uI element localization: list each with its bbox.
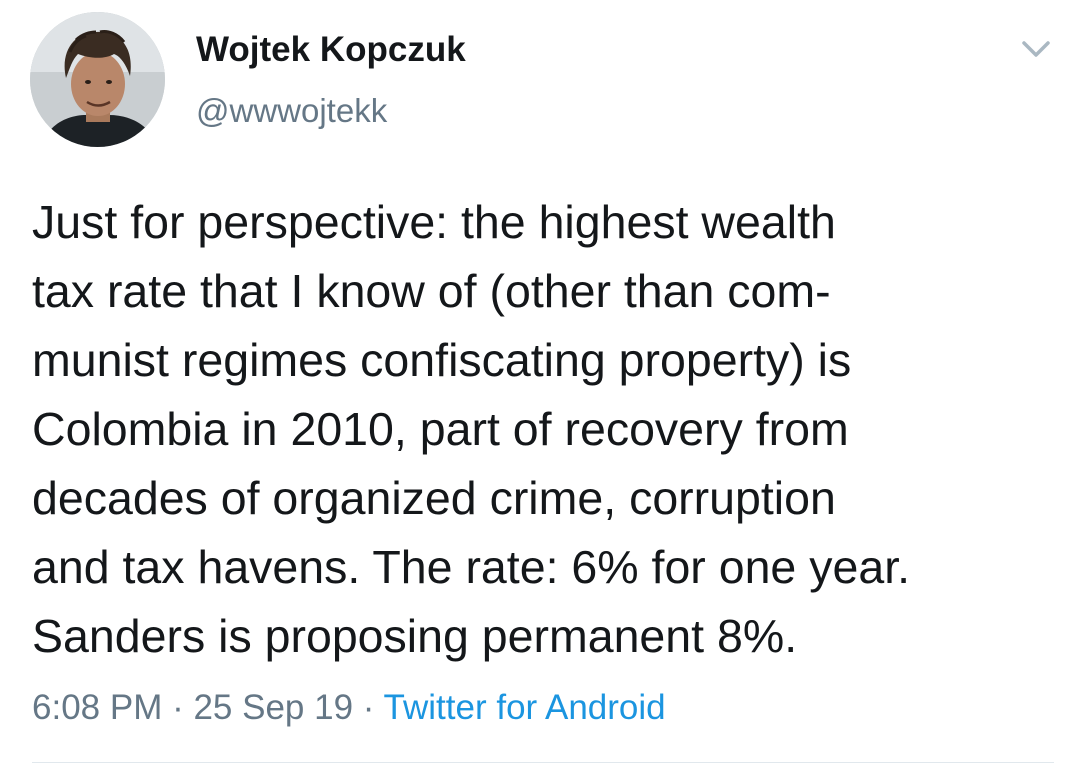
tweet-text-line: Just for perspective: the highest wealth bbox=[32, 196, 836, 248]
author-handle[interactable]: @wwwojtekk bbox=[196, 92, 387, 130]
tweet-text-line: Colombia in 2010, part of recovery from bbox=[32, 403, 849, 455]
tweet-meta: 6:08 PM · 25 Sep 19 · Twitter for Androi… bbox=[32, 688, 666, 728]
meta-separator: · bbox=[162, 688, 194, 727]
tweet-text-line: decades of organized crime, corruption bbox=[32, 472, 836, 524]
tweet-card: Wojtek Kopczuk @wwwojtekk Just for persp… bbox=[0, 0, 1080, 765]
tweet-text-line: tax rate that I know of (other than com- bbox=[32, 265, 831, 317]
meta-separator: · bbox=[353, 688, 384, 727]
tweet-date[interactable]: 25 Sep 19 bbox=[193, 688, 353, 727]
tweet-text-line: munist regimes confiscating property) is bbox=[32, 334, 852, 386]
avatar-photo bbox=[30, 12, 165, 147]
tweet-text-line: Sanders is proposing permanent 8%. bbox=[32, 610, 798, 662]
tweet-text-line: and tax havens. The rate: 6% for one yea… bbox=[32, 541, 911, 593]
author-display-name[interactable]: Wojtek Kopczuk bbox=[196, 30, 466, 70]
divider bbox=[32, 762, 1054, 763]
tweet-time[interactable]: 6:08 PM bbox=[32, 688, 162, 727]
tweet-text: Just for perspective: the highest wealth… bbox=[32, 188, 1062, 671]
chevron-down-icon[interactable] bbox=[1018, 36, 1054, 62]
tweet-source-link[interactable]: Twitter for Android bbox=[384, 688, 666, 727]
avatar[interactable] bbox=[30, 12, 165, 147]
